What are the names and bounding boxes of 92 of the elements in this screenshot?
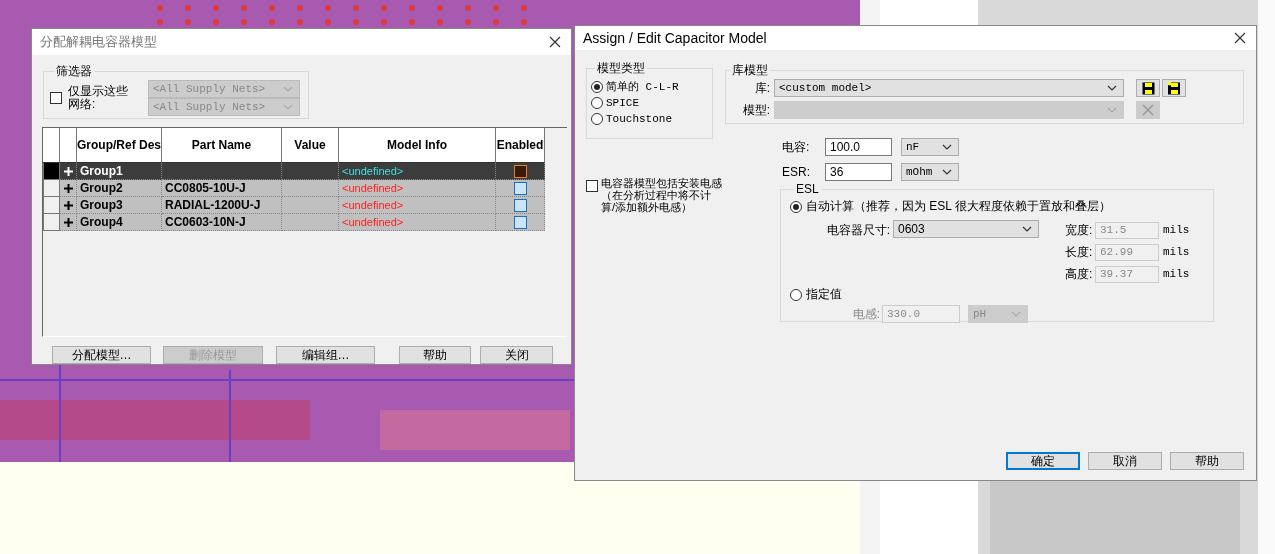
value-field[interactable]: 100.0 xyxy=(825,138,892,156)
radio-label: 指定值 xyxy=(806,286,842,303)
checkbox[interactable] xyxy=(513,198,527,212)
caret-icon xyxy=(1107,85,1117,91)
caret-icon xyxy=(1011,311,1021,317)
dialog-button[interactable]: 分配模型… xyxy=(52,346,151,364)
window-title: Assign / Edit Capacitor Model xyxy=(583,30,767,46)
unit-label: mils xyxy=(1162,246,1191,258)
radio-button[interactable] xyxy=(790,200,802,213)
table-cell xyxy=(282,163,339,180)
unit-label: mils xyxy=(1162,224,1191,236)
checkbox[interactable] xyxy=(513,181,527,195)
column-header[interactable]: Model Info xyxy=(339,128,496,163)
value-field[interactable]: 36 xyxy=(825,163,892,181)
save-as-button[interactable] xyxy=(1162,79,1186,97)
size-dropdown[interactable]: 0603 xyxy=(893,220,1039,238)
table-cell: Group2 xyxy=(77,180,162,197)
dialog-button[interactable]: 确定 xyxy=(1006,452,1080,470)
checkbox[interactable] xyxy=(50,92,62,104)
dialog-button[interactable]: 编辑组… xyxy=(276,346,375,364)
caret-icon xyxy=(1022,226,1032,232)
expand-icon[interactable] xyxy=(63,200,73,210)
dialog-button[interactable]: 帮助 xyxy=(399,346,471,364)
column-header xyxy=(60,128,77,163)
radio-label: SPICE xyxy=(606,96,639,109)
field-label: 长度: xyxy=(1065,243,1094,261)
radio-button[interactable] xyxy=(591,96,603,109)
table-cell: <undefined> xyxy=(339,163,496,180)
table-cell: <undefined> xyxy=(339,197,496,214)
field-label: 电容: xyxy=(782,138,811,156)
row-header[interactable] xyxy=(43,214,60,231)
expand-icon[interactable] xyxy=(63,217,73,227)
field-label: 高度: xyxy=(1065,265,1094,283)
table-cell xyxy=(282,197,339,214)
table-cell: <undefined> xyxy=(339,180,496,197)
close-icon[interactable] xyxy=(1234,32,1246,44)
checkbox[interactable] xyxy=(513,164,527,178)
caret-icon xyxy=(283,104,293,110)
close-icon[interactable] xyxy=(549,36,561,48)
unit-label: mils xyxy=(1162,268,1191,280)
group-label: 筛选器 xyxy=(55,63,93,80)
row-header[interactable] xyxy=(43,163,60,180)
radio-button[interactable] xyxy=(591,80,603,93)
field-label: 电容器尺寸: xyxy=(825,222,891,239)
floppy-icon xyxy=(1141,81,1155,95)
radio-button[interactable] xyxy=(790,288,802,301)
window-title: 分配解耦电容器模型 xyxy=(40,33,157,51)
field-label: 模型: xyxy=(741,101,771,119)
table-cell: CC0805-10U-J xyxy=(162,180,282,197)
table-cell: RADIAL-1200U-J xyxy=(162,197,282,214)
table-cell xyxy=(282,214,339,231)
group-label: 模型类型 xyxy=(596,60,646,77)
unit-dropdown[interactable]: mOhm xyxy=(901,163,959,181)
checkbox-label: 仅显示这些网络: xyxy=(68,85,129,111)
caret-icon xyxy=(942,169,952,175)
column-header[interactable]: Part Name xyxy=(162,128,282,163)
unit-dropdown[interactable]: nF xyxy=(901,138,959,156)
radio-label: Touchstone xyxy=(606,112,672,125)
checkbox-label: 电容器模型包括安装电感（在分析过程中将不计算/添加额外电感） xyxy=(601,177,723,213)
cross-icon xyxy=(1142,104,1154,116)
field-label: 宽度: xyxy=(1065,221,1094,239)
table-cell: <undefined> xyxy=(339,214,496,231)
field-label: 电感: xyxy=(851,305,881,323)
table-cell: Group1 xyxy=(77,163,162,180)
library-dropdown[interactable]: <custom model> xyxy=(774,79,1124,97)
checkbox[interactable] xyxy=(586,180,598,192)
caret-icon xyxy=(1107,107,1117,113)
caret-icon xyxy=(942,144,952,150)
table-cell xyxy=(282,180,339,197)
row-header[interactable] xyxy=(43,197,60,214)
caret-icon xyxy=(283,86,293,92)
table-cell: CC0603-10N-J xyxy=(162,214,282,231)
floppy-icon xyxy=(1167,81,1181,95)
dialog-button[interactable]: 取消 xyxy=(1088,452,1162,470)
radio-label: 简单的 C-L-R xyxy=(606,80,679,94)
group-label: 库模型 xyxy=(731,62,769,79)
dialog-button[interactable]: 帮助 xyxy=(1170,452,1244,470)
expand-icon[interactable] xyxy=(63,183,73,193)
save-button[interactable] xyxy=(1136,79,1160,97)
row-header[interactable] xyxy=(43,180,60,197)
field-label: ESR: xyxy=(782,165,811,179)
column-header[interactable]: Group/Ref Des xyxy=(77,128,162,163)
group-label: ESL xyxy=(795,182,820,196)
field-label: 库: xyxy=(753,79,771,97)
checkbox[interactable] xyxy=(513,215,527,229)
radio-label: 自动计算（推荐，因为 ESL 很大程度依赖于置放和叠层） xyxy=(806,198,1111,215)
table-cell: Group4 xyxy=(77,214,162,231)
column-header[interactable]: Value xyxy=(282,128,339,163)
dialog-button[interactable]: 关闭 xyxy=(480,346,553,364)
column-header[interactable]: Enabled xyxy=(496,128,545,163)
table-cell: Group3 xyxy=(77,197,162,214)
radio-button[interactable] xyxy=(591,112,603,125)
